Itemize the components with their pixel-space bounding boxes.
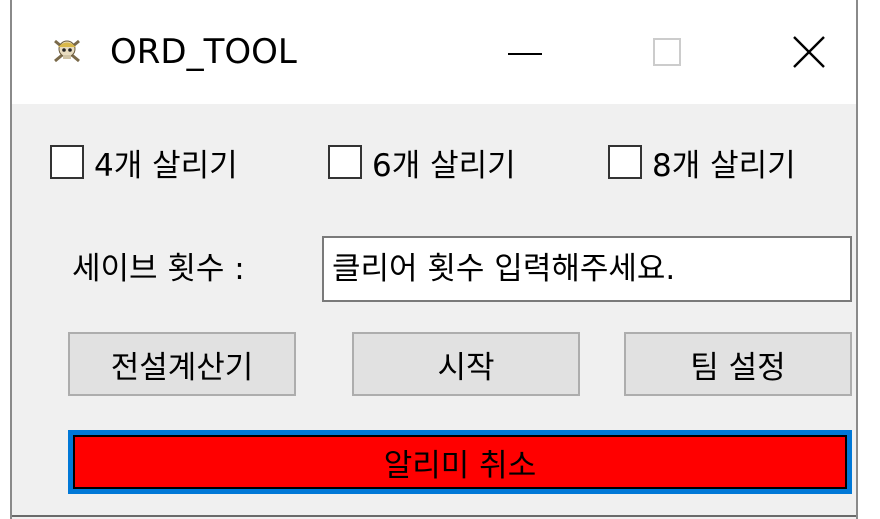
option-8-checkbox[interactable] <box>608 145 642 179</box>
start-button[interactable]: 시작 <box>352 332 580 396</box>
save-count-input[interactable] <box>322 236 852 302</box>
option-4-label: 4개 살리기 <box>94 147 238 184</box>
save-count-label: 세이브 횟수 : <box>72 251 245 287</box>
option-8-checkbox-row[interactable]: 8개 살리기 <box>608 140 796 184</box>
cancel-alarm-label: 알리미 취소 <box>73 435 847 489</box>
ord-tool-window: ORD_TOOL 4개 살리기 6개 살리기 8개 살리기 세이브 횟수 : 전… <box>10 0 858 519</box>
option-4-checkbox[interactable] <box>50 145 84 179</box>
option-8-label: 8개 살리기 <box>652 147 796 184</box>
legend-calculator-button[interactable]: 전설계산기 <box>68 332 296 396</box>
cancel-alarm-button[interactable]: 알리미 취소 <box>68 430 852 494</box>
close-button[interactable] <box>774 16 844 88</box>
minimize-icon <box>508 53 542 55</box>
team-settings-button[interactable]: 팀 설정 <box>624 332 852 396</box>
option-6-checkbox[interactable] <box>328 145 362 179</box>
title-bar[interactable]: ORD_TOOL <box>12 0 856 104</box>
window-title: ORD_TOOL <box>110 32 297 72</box>
maximize-button[interactable] <box>632 16 702 88</box>
minimize-button[interactable] <box>490 16 560 88</box>
skull-crossbones-icon <box>54 39 80 63</box>
option-4-checkbox-row[interactable]: 4개 살리기 <box>50 140 238 184</box>
window-bottom-edge <box>12 515 856 517</box>
option-6-label: 6개 살리기 <box>372 147 516 184</box>
close-icon <box>793 36 825 68</box>
maximize-icon <box>653 38 681 66</box>
option-6-checkbox-row[interactable]: 6개 살리기 <box>328 140 516 184</box>
